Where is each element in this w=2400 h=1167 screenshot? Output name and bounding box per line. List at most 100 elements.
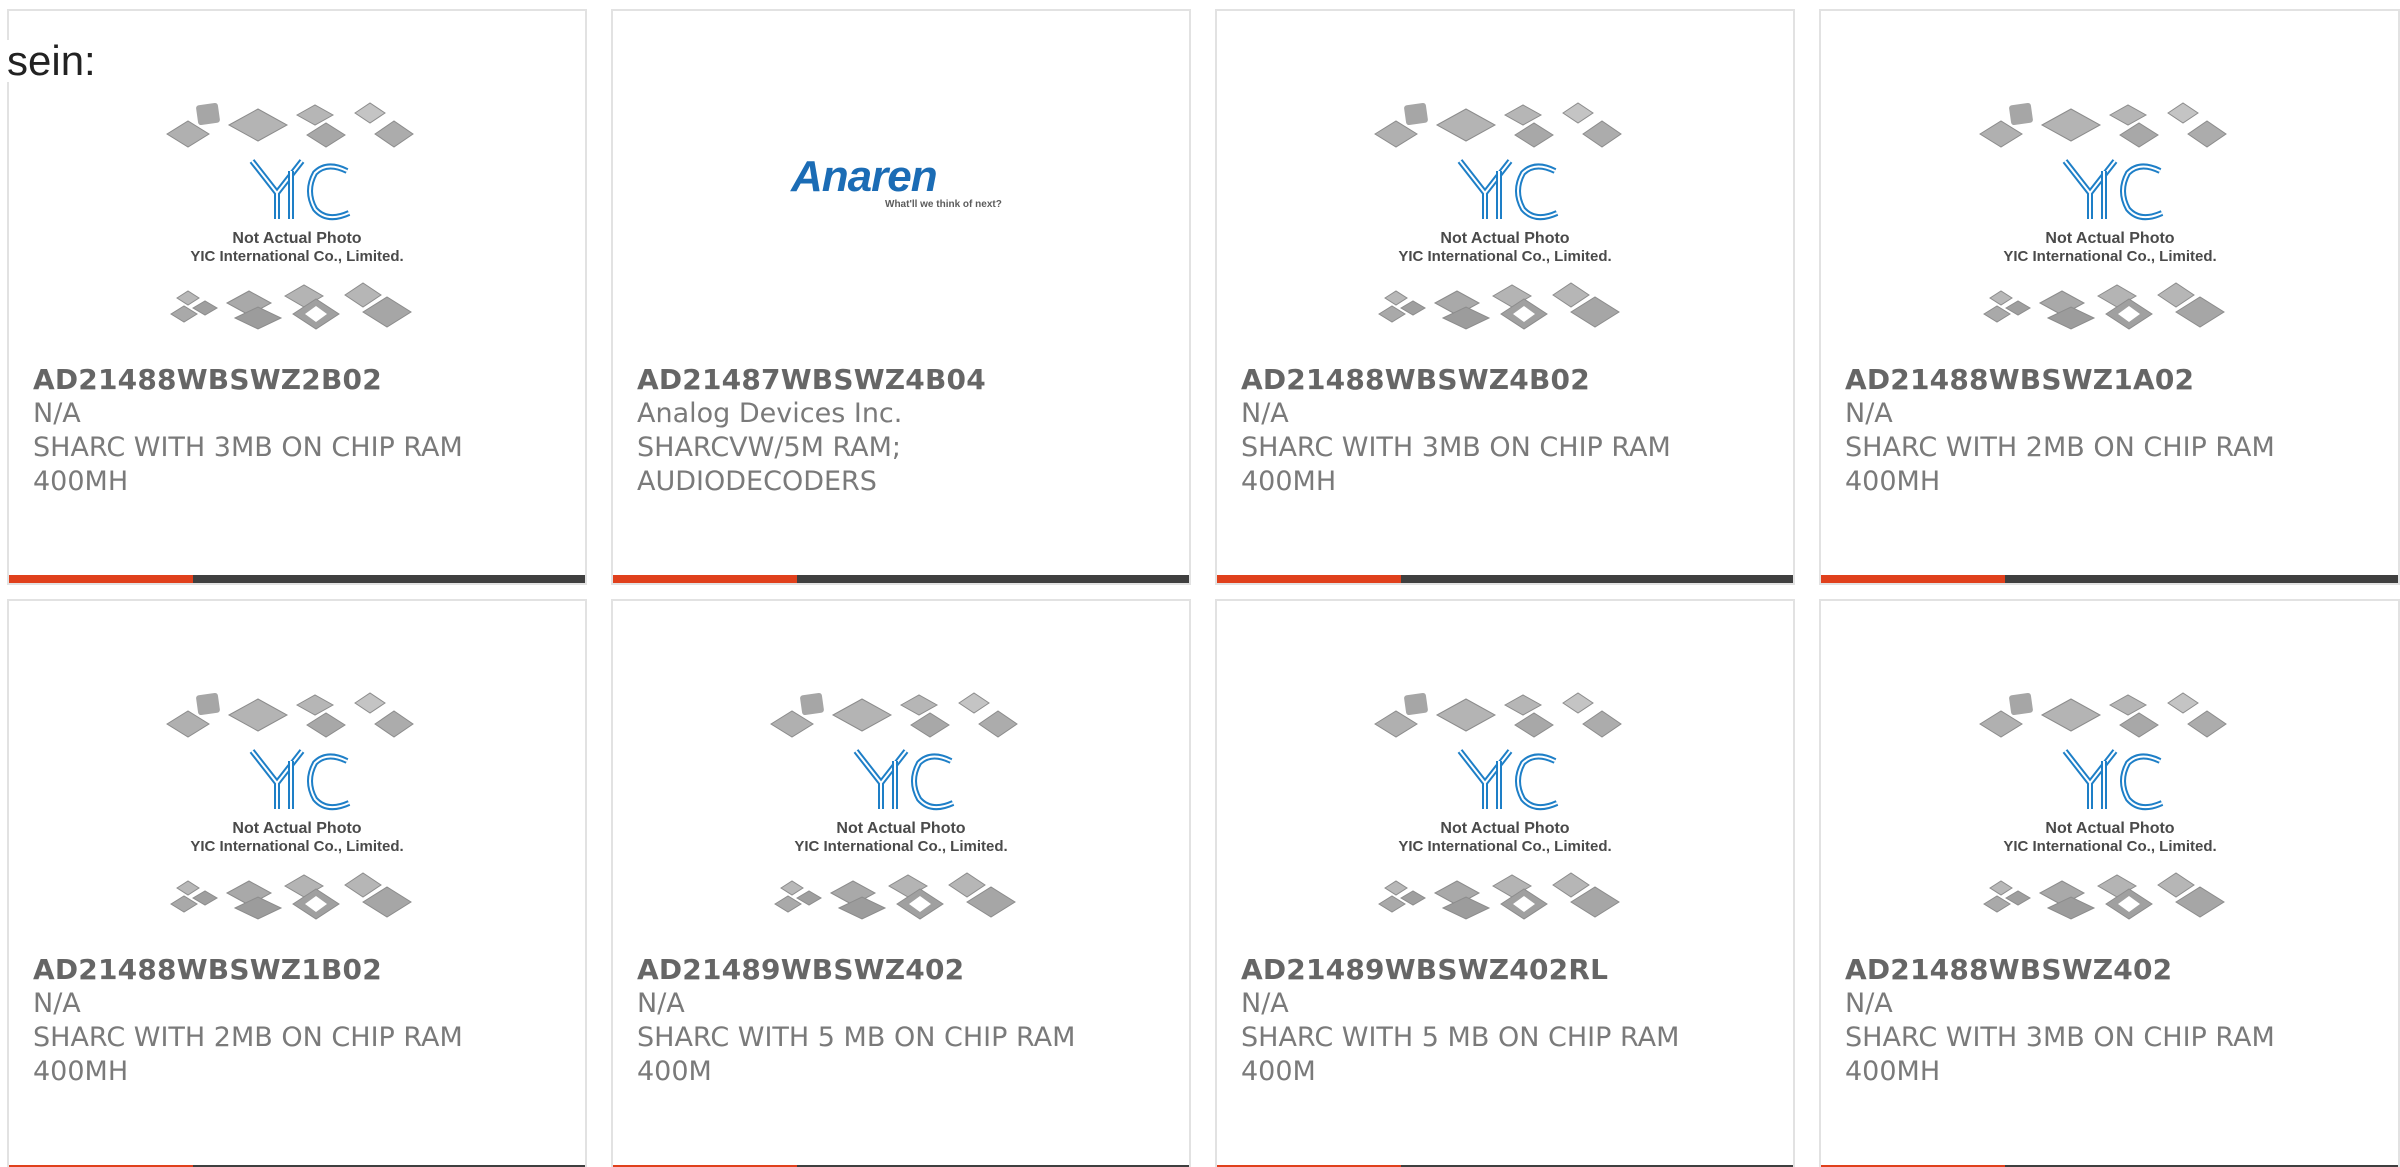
yic-company-label: YIC International Co., Limited. <box>2003 838 2216 855</box>
product-card[interactable]: Not Actual Photo YIC International Co., L… <box>7 599 587 1167</box>
accent-stripe <box>1217 575 1401 583</box>
part-number[interactable]: AD21488WBSWZ402 <box>1845 953 2378 987</box>
product-card[interactable]: Not Actual Photo YIC International Co., L… <box>1819 599 2400 1167</box>
manufacturer: N/A <box>1241 398 1289 429</box>
not-actual-photo-label: Not Actual Photo <box>232 230 361 247</box>
product-image[interactable]: Not Actual Photo YIC International Co., L… <box>1217 691 1793 941</box>
yic-placeholder-image: Not Actual PhotoYIC International Co., L… <box>1978 102 2227 330</box>
yic-company-label: YIC International Co., Limited. <box>190 838 403 855</box>
manufacturer: N/A <box>637 988 685 1019</box>
product-image[interactable]: Not Actual Photo YIC International Co., L… <box>1217 101 1793 351</box>
manufacturer: N/A <box>1845 988 1893 1019</box>
chip-cluster-top <box>770 692 1018 738</box>
anaren-brand-text: Anaren <box>790 152 937 201</box>
yic-placeholder-image: Not Actual PhotoYIC International Co., L… <box>166 692 414 920</box>
product-card[interactable]: Anaren What'll we think of next? AD21487W… <box>611 9 1191 585</box>
product-card[interactable]: Not Actual Photo YIC International Co., L… <box>1215 9 1795 585</box>
product-card[interactable]: Not Actual Photo YIC International Co., L… <box>1215 599 1795 1167</box>
description-continued: 400MH <box>33 1056 129 1087</box>
yic-placeholder-image: Not Actual PhotoYIC International Co., L… <box>1374 692 1622 920</box>
yic-company-label: YIC International Co., Limited. <box>794 838 1007 855</box>
yic-company-label: YIC International Co., Limited. <box>1398 838 1611 855</box>
yic-placeholder-image: Not Actual PhotoYIC International Co., L… <box>1978 692 2227 920</box>
part-number[interactable]: AD21487WBSWZ4B04 <box>637 363 1169 397</box>
description: SHARC WITH 3MB ON CHIP RAM <box>1845 1022 2275 1053</box>
yic-logo-icon <box>249 749 351 811</box>
description-continued: 400MH <box>1241 466 1337 497</box>
product-card[interactable]: Not Actual Photo YIC International Co., L… <box>611 599 1191 1167</box>
description: SHARC WITH 3MB ON CHIP RAM <box>33 432 463 463</box>
part-number[interactable]: AD21488WBSWZ4B02 <box>1241 363 1773 397</box>
chip-cluster-top <box>166 692 414 738</box>
description: SHARC WITH 2MB ON CHIP RAM <box>1845 432 2275 463</box>
description-continued: 400M <box>637 1056 712 1087</box>
manufacturer: N/A <box>1241 988 1289 1019</box>
description: SHARC WITH 2MB ON CHIP RAM <box>33 1022 463 1053</box>
chip-cluster-bottom <box>1378 282 1620 330</box>
description-continued: 400M <box>1241 1056 1316 1087</box>
not-actual-photo-label: Not Actual Photo <box>2045 230 2174 247</box>
chip-cluster-bottom <box>1982 872 2225 920</box>
product-image[interactable]: Not Actual Photo YIC International Co., L… <box>613 691 1189 941</box>
accent-stripe <box>613 575 797 583</box>
product-image[interactable]: Not Actual Photo YIC International Co., L… <box>1821 691 2398 941</box>
product-image[interactable]: Not Actual Photo YIC International Co., L… <box>9 101 585 351</box>
description-continued: 400MH <box>33 466 129 497</box>
manufacturer: Analog Devices Inc. <box>637 398 903 429</box>
yic-company-label: YIC International Co., Limited. <box>2003 248 2216 265</box>
not-actual-photo-label: Not Actual Photo <box>1440 230 1569 247</box>
yic-logo-icon <box>2062 749 2163 811</box>
product-image[interactable]: Not Actual Photo YIC International Co., L… <box>1821 101 2398 351</box>
not-actual-photo-label: Not Actual Photo <box>836 820 965 837</box>
lead-text: sein: <box>7 40 100 82</box>
chip-cluster-top <box>1978 692 2227 738</box>
manufacturer: N/A <box>33 988 81 1019</box>
yic-company-label: YIC International Co., Limited. <box>190 248 403 265</box>
chip-cluster-top <box>1374 102 1622 148</box>
chip-cluster-bottom <box>170 872 412 920</box>
card-footer-bar <box>613 575 1189 583</box>
yic-company-label: YIC International Co., Limited. <box>1398 248 1611 265</box>
product-card[interactable]: Not Actual Photo YIC International Co., L… <box>7 9 587 585</box>
description: SHARC WITH 3MB ON CHIP RAM <box>1241 432 1671 463</box>
description-continued: AUDIODECODERS <box>637 466 877 497</box>
description-continued: 400MH <box>1845 1056 1941 1087</box>
card-footer-bar <box>1217 575 1793 583</box>
card-footer-bar <box>1821 575 2398 583</box>
yic-placeholder-image: Not Actual PhotoYIC International Co., L… <box>166 102 414 330</box>
manufacturer: N/A <box>1845 398 1893 429</box>
chip-cluster-top <box>1374 692 1622 738</box>
part-number[interactable]: AD21488WBSWZ2B02 <box>33 363 565 397</box>
not-actual-photo-label: Not Actual Photo <box>232 820 361 837</box>
part-number[interactable]: AD21489WBSWZ402RL <box>1241 953 1773 987</box>
chip-cluster-top <box>1978 102 2227 148</box>
anaren-tagline: What'll we think of next? <box>885 199 1002 210</box>
product-image[interactable]: Anaren What'll we think of next? <box>613 101 1189 351</box>
yic-logo-icon <box>1457 159 1559 221</box>
anaren-logo-image: AnarenWhat'll we think of next? <box>790 152 1002 210</box>
product-image[interactable]: Not Actual Photo YIC International Co., L… <box>9 691 585 941</box>
description: SHARCVW/5M RAM; <box>637 432 902 463</box>
part-number[interactable]: AD21488WBSWZ1B02 <box>33 953 565 987</box>
yic-placeholder-image: Not Actual PhotoYIC International Co., L… <box>770 692 1018 920</box>
accent-stripe <box>9 575 193 583</box>
not-actual-photo-label: Not Actual Photo <box>2045 820 2174 837</box>
product-card[interactable]: Not Actual Photo YIC International Co., L… <box>1819 9 2400 585</box>
description: SHARC WITH 5 MB ON CHIP RAM <box>1241 1022 1680 1053</box>
part-number[interactable]: AD21489WBSWZ402 <box>637 953 1169 987</box>
chip-cluster-bottom <box>1982 282 2225 330</box>
yic-placeholder-image: Not Actual PhotoYIC International Co., L… <box>1374 102 1622 330</box>
product-grid-page: sein: Not Actual Photo YIC International … <box>0 0 2400 1167</box>
part-number[interactable]: AD21488WBSWZ1A02 <box>1845 363 2378 397</box>
not-actual-photo-label: Not Actual Photo <box>1440 820 1569 837</box>
chip-cluster-bottom <box>1378 872 1620 920</box>
manufacturer: N/A <box>33 398 81 429</box>
chip-cluster-top <box>166 102 414 148</box>
description-continued: 400MH <box>1845 466 1941 497</box>
yic-logo-icon <box>853 749 955 811</box>
description: SHARC WITH 5 MB ON CHIP RAM <box>637 1022 1076 1053</box>
yic-logo-icon <box>249 159 351 221</box>
yic-logo-icon <box>2062 159 2163 221</box>
accent-stripe <box>1821 575 2005 583</box>
chip-cluster-bottom <box>774 872 1016 920</box>
